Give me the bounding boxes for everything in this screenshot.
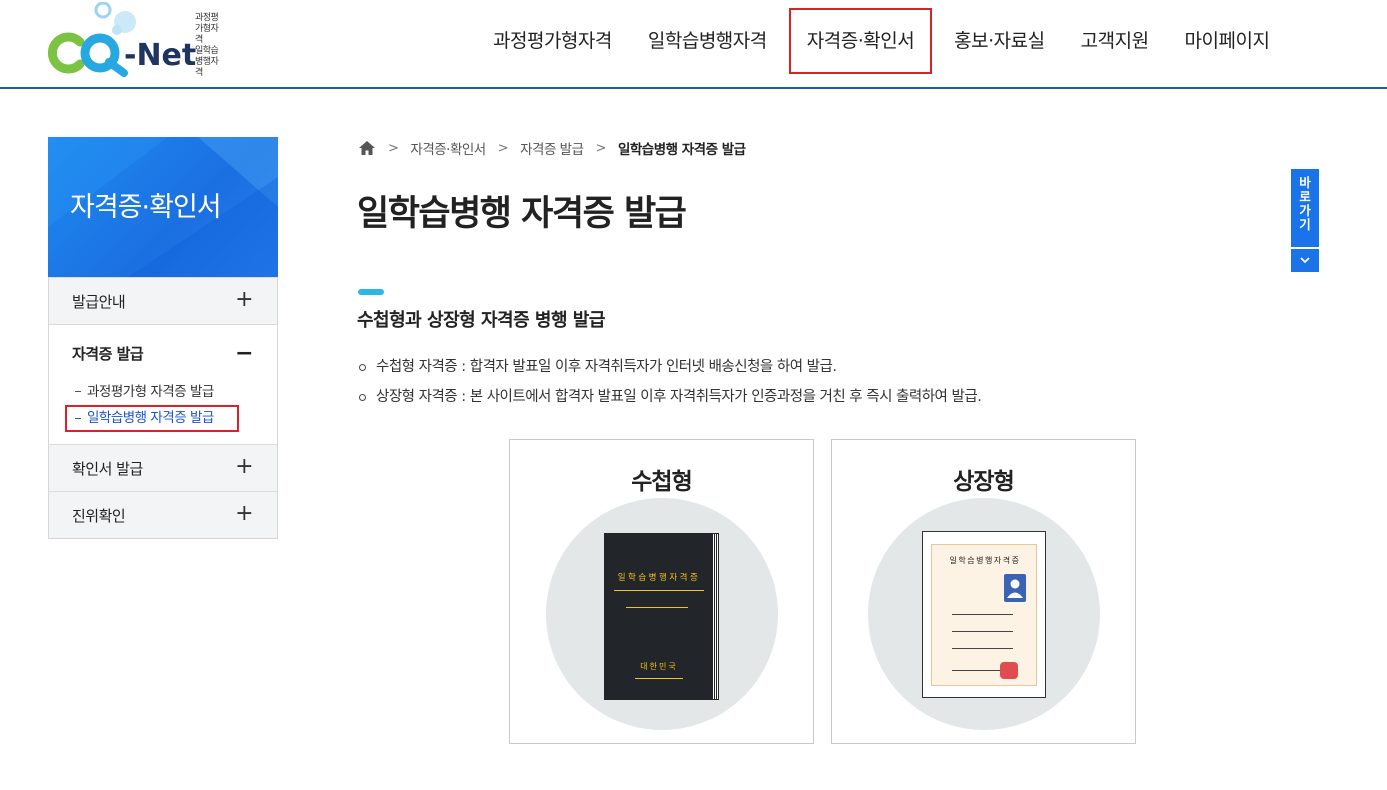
nav-item-pr-resources[interactable]: 홍보·자료실 [936, 8, 1062, 74]
sidebar-submenu: 과정평가형 자격증 발급 일학습병행 자격증 발급 [49, 379, 277, 432]
certificate-paper: 일학습병행자격증 [931, 544, 1037, 686]
sidebar: 자격증·확인서 발급안내 + 자격증 발급 − 과정평가형 자격증 발급 일학습… [48, 137, 278, 539]
logo-subtitle-line1: 과정평가형자격 [195, 13, 219, 45]
quick-link-panel: 바 로 가 기 [1291, 169, 1319, 272]
breadcrumb: > 자격증·확인서 > 자격증 발급 > 일학습병행 자격증 발급 [358, 138, 746, 158]
passbook-title: 일학습병행자격증 [617, 573, 701, 583]
quick-link-char: 바 [1299, 175, 1311, 190]
card-title: 수첩형 [631, 469, 692, 495]
main-nav: 과정평가형자격 일학습병행자격 자격증·확인서 홍보·자료실 고객지원 마이페이… [475, 8, 1287, 74]
sidebar-item-confirmation-issue[interactable]: 확인서 발급 + [49, 444, 277, 491]
passbook-divider [635, 678, 683, 679]
passbook-certificate-illustration: 일학습병행자격증 대한민국 [604, 533, 719, 700]
section-title: 수첩형과 상장형 자격증 병행 발급 [357, 310, 605, 331]
quick-link-char: 로 [1299, 189, 1311, 204]
certificate-type-card: 상장형 일학습병행자격증 [831, 439, 1136, 744]
site-header: -Net 과정평가형자격 일학습병행자격 과정평가형자격 일학습병행자격 자격증… [0, 0, 1387, 89]
certificate-illustration: 일학습병행자격증 [922, 531, 1046, 698]
breadcrumb-item-certificates[interactable]: 자격증·확인서 [410, 138, 486, 158]
logo-wordmark: -Net [124, 38, 196, 73]
breadcrumb-separator: > [497, 140, 509, 156]
submenu-item-work-learning-certificate[interactable]: 일학습병행 자격증 발급 [65, 405, 239, 432]
collapse-minus-icon: − [235, 341, 253, 366]
passbook-divider [614, 590, 704, 591]
expand-plus-icon: + [235, 501, 253, 526]
sidebar-item-certificate-issue: 자격증 발급 − 과정평가형 자격증 발급 일학습병행 자격증 발급 [49, 324, 277, 444]
sidebar-menu: 발급안내 + 자격증 발급 − 과정평가형 자격증 발급 일학습병행 자격증 발… [48, 277, 278, 539]
logo-subtitle: 과정평가형자격 일학습병행자격 [195, 13, 226, 79]
passbook-cover: 일학습병행자격증 대한민국 [604, 533, 714, 700]
sidebar-item-issue-guide[interactable]: 발급안내 + [49, 277, 277, 324]
nav-item-certificates[interactable]: 자격증·확인서 [788, 8, 933, 74]
submenu-item-course-certificate[interactable]: 과정평가형 자격증 발급 [65, 379, 277, 405]
passbook-type-card: 수첩형 일학습병행자격증 대한민국 [509, 439, 814, 744]
certificate-title: 일학습병행자격증 [949, 556, 1021, 565]
breadcrumb-separator: > [388, 140, 399, 156]
quick-link-char: 기 [1299, 217, 1311, 232]
sidebar-item-label: 진위확인 [72, 506, 126, 525]
sidebar-item-label: 자격증 발급 [72, 345, 144, 363]
nav-item-course-qualification[interactable]: 과정평가형자격 [475, 8, 630, 74]
list-item: 상장형 자격증 : 본 사이트에서 합격자 발표일 이후 자격취득자가 인증과정… [358, 384, 982, 414]
expand-plus-icon: + [235, 287, 253, 312]
passbook-country: 대한민국 [640, 662, 678, 671]
chevron-down-icon[interactable] [1291, 249, 1319, 272]
sidebar-header: 자격증·확인서 [48, 137, 278, 277]
sidebar-item-label: 확인서 발급 [72, 459, 143, 478]
sidebar-item-authenticity-check[interactable]: 진위확인 + [49, 491, 277, 538]
profile-photo-icon [1004, 574, 1026, 602]
info-bullet-list: 수첩형 자격증 : 합격자 발표일 이후 자격취득자가 인터넷 배송신청을 하여… [358, 354, 982, 414]
nav-item-mypage[interactable]: 마이페이지 [1167, 8, 1288, 74]
passbook-divider [626, 607, 688, 608]
certificate-line [952, 614, 1013, 615]
certificate-line [952, 631, 1013, 632]
nav-item-customer-support[interactable]: 고객지원 [1063, 8, 1167, 74]
cq-net-logo[interactable]: -Net 과정평가형자격 일학습병행자격 [46, 1, 226, 82]
breadcrumb-item-current: 일학습병행 자격증 발급 [617, 142, 746, 158]
section-accent-bar [358, 289, 384, 295]
seal-stamp-icon [1000, 662, 1018, 679]
page-title: 일학습병행 자격증 발급 [357, 194, 687, 234]
quick-link-button[interactable]: 바 로 가 기 [1291, 169, 1319, 247]
list-item: 수첩형 자격증 : 합격자 발표일 이후 자격취득자가 인터넷 배송신청을 하여… [358, 354, 981, 384]
breadcrumb-item-certificate-issue[interactable]: 자격증 발급 [520, 138, 584, 158]
expand-plus-icon: + [235, 454, 253, 479]
sidebar-title: 자격증·확인서 [70, 192, 222, 223]
home-icon[interactable] [358, 140, 376, 156]
nav-item-work-learning-qualification[interactable]: 일학습병행자격 [630, 8, 785, 74]
sidebar-item-label: 발급안내 [72, 292, 126, 311]
passbook-pages [713, 533, 719, 700]
certificate-line [952, 648, 1013, 649]
quick-link-char: 가 [1299, 203, 1311, 218]
breadcrumb-separator: > [595, 140, 607, 156]
logo-subtitle-line2: 일학습병행자격 [195, 46, 219, 78]
sidebar-item-certificate-issue-title[interactable]: 자격증 발급 − [49, 341, 277, 367]
card-title: 상장형 [953, 469, 1014, 495]
